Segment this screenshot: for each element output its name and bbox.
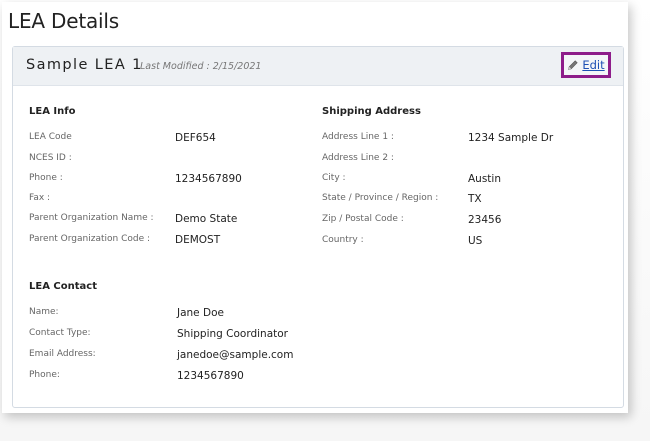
parent-org-name-value: Demo State xyxy=(175,213,238,225)
lea-contact-heading: LEA Contact xyxy=(29,281,97,292)
contact-email-label: Email Address: xyxy=(29,349,96,359)
last-modified: Last Modified : 2/15/2021 xyxy=(140,61,262,72)
country-label: Country : xyxy=(322,235,364,245)
lea-info-heading: LEA Info xyxy=(29,106,76,117)
contact-type-label: Contact Type: xyxy=(29,328,91,338)
fax-label: Fax : xyxy=(29,193,51,203)
edit-link[interactable]: Edit xyxy=(582,58,604,72)
parent-org-code-value: DEMOST xyxy=(175,234,221,246)
address-line1-label: Address Line 1 : xyxy=(322,132,394,142)
parent-org-code-label: Parent Organization Code : xyxy=(29,234,151,244)
screenshot-stage: LEA Details Sample LEA 1 Last Modified :… xyxy=(0,0,650,441)
address-line1-value: 1234 Sample Dr xyxy=(468,132,554,144)
zip-label: Zip / Postal Code : xyxy=(322,214,404,224)
state-label: State / Province / Region : xyxy=(322,193,439,203)
contact-phone-label: Phone: xyxy=(29,370,60,380)
pencil-icon xyxy=(567,56,579,75)
nces-id-label: NCES ID : xyxy=(29,153,72,163)
zip-value: 23456 xyxy=(468,214,502,226)
state-value: TX xyxy=(468,193,482,205)
contact-phone-value: 1234567890 xyxy=(177,370,244,382)
contact-name-label: Name: xyxy=(29,307,59,317)
lea-code-label: LEA Code xyxy=(29,132,72,142)
contact-type-value: Shipping Coordinator xyxy=(177,328,288,340)
address-line2-label: Address Line 2 : xyxy=(322,153,394,163)
page-title: LEA Details xyxy=(8,9,119,33)
city-value: Austin xyxy=(468,173,501,185)
lea-details-card: Sample LEA 1 Last Modified : 2/15/2021 E… xyxy=(12,46,624,408)
phone-label: Phone : xyxy=(29,173,63,183)
shipping-address-heading: Shipping Address xyxy=(322,106,421,117)
contact-name-value: Jane Doe xyxy=(177,307,224,319)
parent-org-name-label: Parent Organization Name : xyxy=(29,213,154,223)
contact-email-value: janedoe@sample.com xyxy=(177,349,294,361)
card-header: Sample LEA 1 Last Modified : 2/15/2021 E… xyxy=(13,47,623,86)
city-label: City : xyxy=(322,173,346,183)
lea-name: Sample LEA 1 xyxy=(26,57,143,73)
page: LEA Details Sample LEA 1 Last Modified :… xyxy=(2,2,628,413)
phone-value: 1234567890 xyxy=(175,173,242,185)
lea-code-value: DEF654 xyxy=(175,132,216,144)
edit-button[interactable]: Edit xyxy=(561,52,611,78)
country-value: US xyxy=(468,235,483,247)
